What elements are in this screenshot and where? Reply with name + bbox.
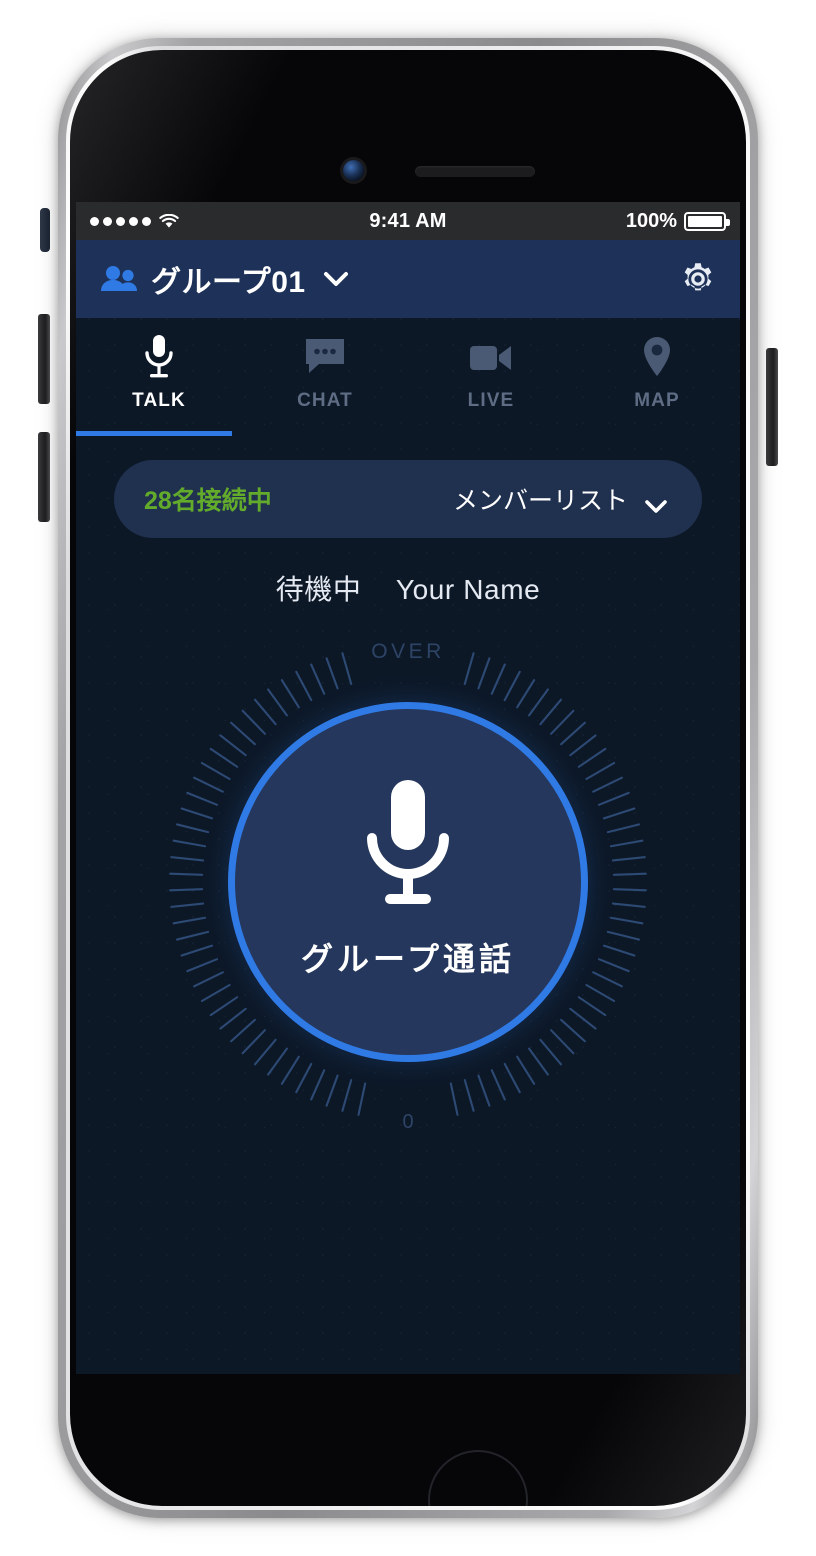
- member-list-bar[interactable]: 28名接続中 メンバーリスト: [114, 460, 702, 538]
- talk-dial-area: OVER 0 グループ通話: [76, 622, 740, 1142]
- standby-state-label: 待機中: [275, 574, 362, 605]
- video-camera-icon: [468, 332, 514, 382]
- power-button[interactable]: [766, 348, 778, 466]
- dial-zero-label: 0: [402, 1111, 414, 1133]
- tab-label-talk: TALK: [132, 390, 186, 411]
- gear-icon[interactable]: [678, 259, 718, 299]
- volume-down-button[interactable]: [38, 432, 50, 522]
- chevron-down-icon: [644, 492, 668, 513]
- tab-chat[interactable]: CHAT: [242, 318, 408, 436]
- group-call-label: グループ通話: [300, 941, 516, 977]
- battery-percent-label: 100%: [625, 209, 677, 232]
- home-button[interactable]: [428, 1450, 528, 1506]
- battery-full-icon: [684, 211, 730, 231]
- microphone-icon: [140, 332, 178, 382]
- standby-status-row: 待機中 Your Name: [76, 568, 740, 608]
- app-bar: グループ01: [76, 240, 740, 318]
- tab-live[interactable]: LIVE: [408, 318, 574, 436]
- main-tab-bar: TALK CHAT LIVE MAP: [76, 318, 740, 436]
- tab-label-chat: CHAT: [297, 390, 353, 411]
- member-list-label: メンバーリスト: [452, 487, 628, 515]
- status-bar-right: 100%: [625, 209, 730, 233]
- people-group-icon: [100, 264, 138, 294]
- dial-over-label: OVER: [371, 640, 445, 663]
- map-pin-icon: [641, 332, 673, 382]
- connected-count-label: 28名接続中: [144, 487, 272, 515]
- front-camera-icon: [343, 160, 364, 181]
- member-list-toggle[interactable]: メンバーリスト: [453, 481, 668, 517]
- volume-up-button[interactable]: [38, 314, 50, 404]
- microphone-icon: [356, 776, 460, 912]
- chat-bubble-icon: [303, 332, 347, 382]
- group-name-label: グループ01: [151, 266, 306, 299]
- user-name-label: Your Name: [395, 574, 541, 605]
- member-bar-container: 28名接続中 メンバーリスト: [76, 436, 740, 538]
- status-bar: 9:41 AM 100%: [76, 202, 740, 240]
- tab-label-live: LIVE: [467, 390, 515, 411]
- group-selector[interactable]: グループ01: [100, 257, 349, 301]
- screenshot-stage: 9:41 AM 100% グループ01 TALK CHAT LIVE MAP 2…: [0, 0, 816, 1556]
- silent-switch[interactable]: [40, 208, 50, 252]
- group-call-button[interactable]: グループ通話: [228, 702, 588, 1062]
- chevron-down-icon: [323, 271, 349, 287]
- tab-label-map: MAP: [634, 390, 680, 411]
- earpiece-speaker: [415, 166, 535, 177]
- tab-map[interactable]: MAP: [574, 318, 740, 436]
- phone-screen: 9:41 AM 100% グループ01 TALK CHAT LIVE MAP 2…: [76, 202, 740, 1374]
- tab-talk[interactable]: TALK: [76, 318, 242, 436]
